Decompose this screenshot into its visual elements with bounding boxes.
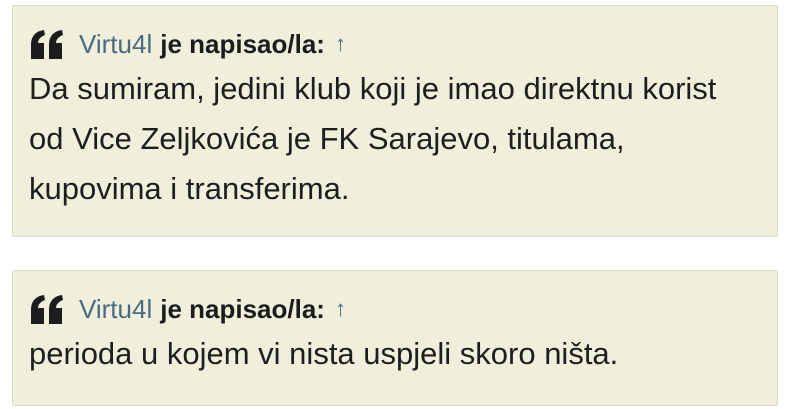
- quote-text: perioda u kojem vi nista uspjeli skoro n…: [29, 336, 619, 371]
- arrow-up-icon[interactable]: ↑: [335, 31, 346, 57]
- quote-text: Da sumiram, jedini klub koji je imao dir…: [29, 71, 717, 206]
- quote-icon: [31, 295, 63, 324]
- quote-block: Virtu4l je napisao/la: ↑ Da sumiram, jed…: [12, 5, 778, 237]
- arrow-up-icon[interactable]: ↑: [335, 296, 346, 322]
- quote-header: Virtu4l je napisao/la: ↑: [29, 26, 761, 62]
- quote-header: Virtu4l je napisao/la: ↑: [29, 291, 761, 327]
- quote-icon: [31, 30, 63, 59]
- author-link[interactable]: Virtu4l: [79, 294, 152, 325]
- author-link[interactable]: Virtu4l: [79, 29, 152, 60]
- wrote-label: je napisao/la:: [160, 293, 325, 324]
- wrote-label: je napisao/la:: [160, 28, 325, 59]
- quote-block: Virtu4l je napisao/la: ↑ perioda u kojem…: [12, 270, 778, 406]
